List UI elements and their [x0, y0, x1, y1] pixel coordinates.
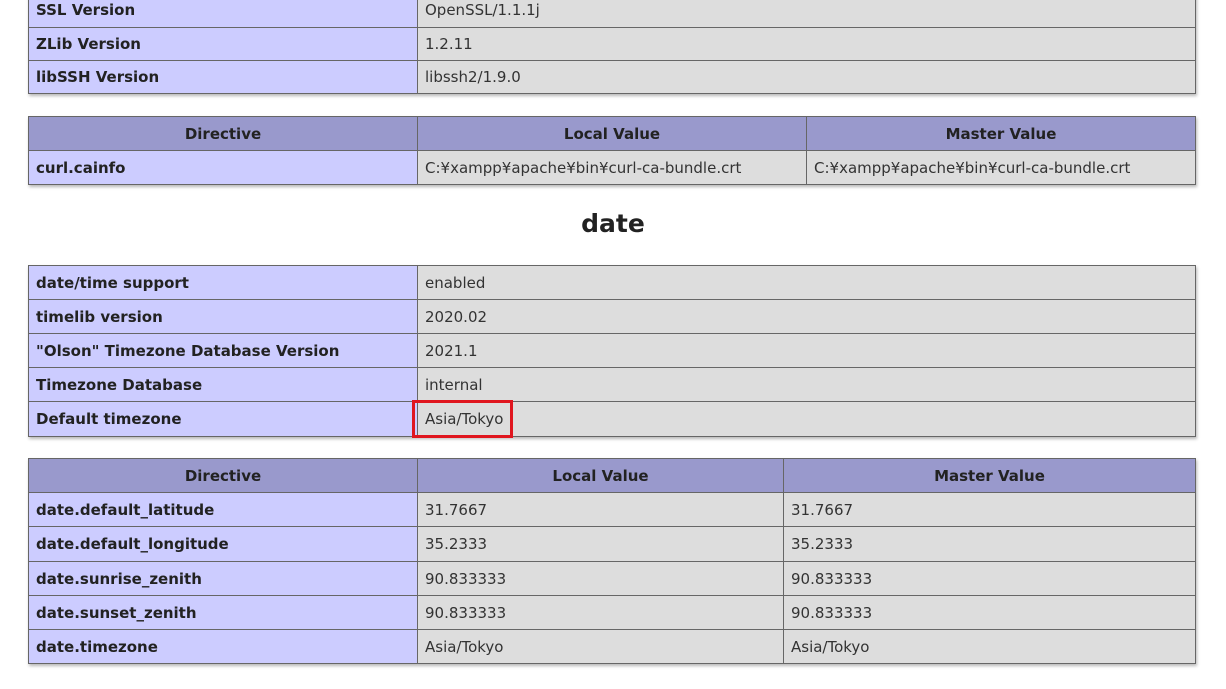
row-value: 1.2.11	[417, 27, 1196, 61]
table-row: SSL Version OpenSSL/1.1.1j	[28, 0, 1196, 28]
table-header-row: Directive Local Value Master Value	[28, 458, 1196, 493]
master-value: Asia/Tokyo	[783, 629, 1196, 664]
local-value: 31.7667	[417, 492, 784, 527]
row-label: Default timezone	[28, 401, 418, 437]
row-value: internal	[417, 367, 1196, 402]
header-local-value: Local Value	[417, 458, 784, 493]
master-value: 31.7667	[783, 492, 1196, 527]
directive-name: date.sunrise_zenith	[28, 561, 418, 596]
row-value: 2021.1	[417, 333, 1196, 368]
table-row: date.sunrise_zenith 90.833333 90.833333	[28, 561, 1196, 596]
table-row: date.timezone Asia/Tokyo Asia/Tokyo	[28, 629, 1196, 664]
table-row: date.default_latitude 31.7667 31.7667	[28, 492, 1196, 527]
master-value: C:¥xampp¥apache¥bin¥curl-ca-bundle.crt	[806, 150, 1196, 185]
header-directive: Directive	[28, 458, 418, 493]
table-row: date.sunset_zenith 90.833333 90.833333	[28, 595, 1196, 630]
default-timezone-value: Asia/Tokyo	[417, 401, 1196, 437]
table-row: timelib version 2020.02	[28, 299, 1196, 334]
header-master-value: Master Value	[806, 116, 1196, 151]
table-row: ZLib Version 1.2.11	[28, 27, 1196, 61]
table-row: libSSH Version libssh2/1.9.0	[28, 60, 1196, 94]
table-row: Timezone Database internal	[28, 367, 1196, 402]
directive-name: date.timezone	[28, 629, 418, 664]
table-header-row: Directive Local Value Master Value	[28, 116, 1196, 151]
local-value: Asia/Tokyo	[417, 629, 784, 664]
row-label: libSSH Version	[28, 60, 418, 94]
row-label: SSL Version	[28, 0, 418, 28]
table-row: curl.cainfo C:¥xampp¥apache¥bin¥curl-ca-…	[28, 150, 1196, 185]
row-value: enabled	[417, 265, 1196, 300]
header-local-value: Local Value	[417, 116, 807, 151]
directive-name: date.default_latitude	[28, 492, 418, 527]
header-master-value: Master Value	[783, 458, 1196, 493]
local-value: 90.833333	[417, 595, 784, 630]
curl-info-table: SSL Version OpenSSL/1.1.1j ZLib Version …	[28, 0, 1196, 94]
row-value: libssh2/1.9.0	[417, 60, 1196, 94]
curl-directive-table: Directive Local Value Master Value curl.…	[28, 116, 1196, 185]
row-label: Timezone Database	[28, 367, 418, 402]
local-value: C:¥xampp¥apache¥bin¥curl-ca-bundle.crt	[417, 150, 807, 185]
local-value: 35.2333	[417, 526, 784, 562]
table-row: Default timezone Asia/Tokyo	[28, 401, 1196, 437]
master-value: 90.833333	[783, 561, 1196, 596]
row-value: 2020.02	[417, 299, 1196, 334]
table-row: date.default_longitude 35.2333 35.2333	[28, 526, 1196, 562]
row-label: ZLib Version	[28, 27, 418, 61]
section-heading-date: date	[581, 209, 645, 238]
row-label: "Olson" Timezone Database Version	[28, 333, 418, 368]
row-value: OpenSSL/1.1.1j	[417, 0, 1196, 28]
date-directive-table: Directive Local Value Master Value date.…	[28, 458, 1196, 664]
directive-name: date.default_longitude	[28, 526, 418, 562]
master-value: 35.2333	[783, 526, 1196, 562]
directive-name: curl.cainfo	[28, 150, 418, 185]
local-value: 90.833333	[417, 561, 784, 596]
row-label: date/time support	[28, 265, 418, 300]
row-label: timelib version	[28, 299, 418, 334]
date-info-table: date/time support enabled timelib versio…	[28, 265, 1196, 437]
table-row: "Olson" Timezone Database Version 2021.1	[28, 333, 1196, 368]
table-row: date/time support enabled	[28, 265, 1196, 300]
directive-name: date.sunset_zenith	[28, 595, 418, 630]
header-directive: Directive	[28, 116, 418, 151]
master-value: 90.833333	[783, 595, 1196, 630]
